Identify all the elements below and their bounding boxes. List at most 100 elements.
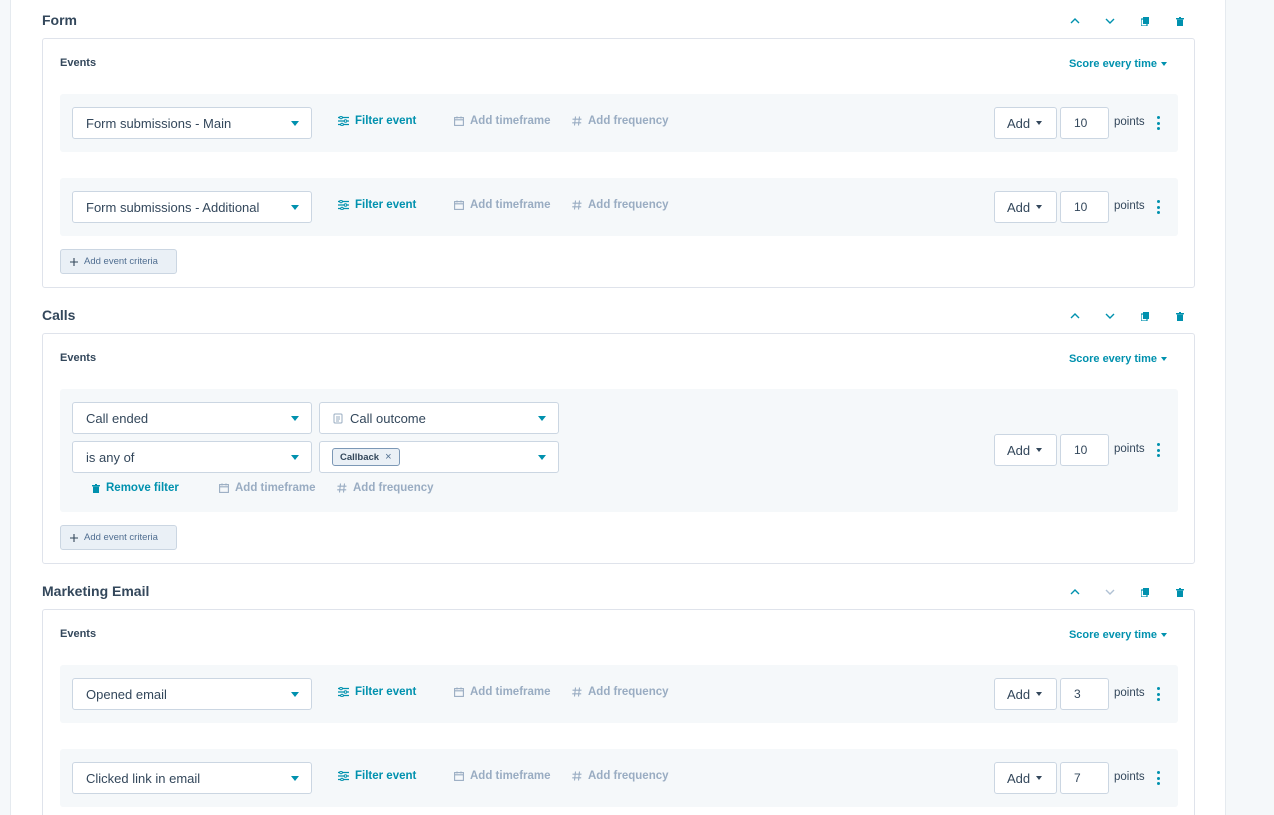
points-input[interactable]: 10 [1060, 191, 1109, 223]
caret-down-icon [291, 776, 299, 781]
add-points-dropdown[interactable]: Add [994, 762, 1057, 794]
move-up-button[interactable] [1057, 12, 1092, 30]
add-frequency-link[interactable]: Add frequency [572, 115, 669, 127]
more-options-icon[interactable] [1154, 687, 1162, 701]
filter-icon [338, 116, 349, 126]
trash-icon [1175, 16, 1184, 26]
event-row: Clicked link in email Filter event Add t… [60, 749, 1178, 807]
value-select[interactable]: Callback × [319, 441, 559, 473]
points-value: 10 [1074, 443, 1088, 457]
filter-icon [338, 200, 349, 210]
caret-down-icon [1036, 692, 1043, 696]
add-timeframe-label: Add timeframe [470, 770, 551, 782]
event-select-value: Opened email [86, 686, 167, 702]
event-select[interactable]: Opened email [72, 678, 312, 710]
caret-down-icon [1161, 357, 1167, 361]
caret-down-icon [1036, 205, 1043, 209]
more-options-icon[interactable] [1154, 443, 1162, 457]
score-every-time-dropdown[interactable]: Score every time [1069, 58, 1167, 70]
points-value: 10 [1074, 200, 1088, 214]
add-points-dropdown[interactable]: Add [994, 678, 1057, 710]
delete-button[interactable] [1162, 307, 1197, 325]
section-title: Calls [42, 307, 76, 323]
add-points-dropdown[interactable]: Add [994, 107, 1057, 139]
property-icon [333, 413, 343, 423]
add-timeframe-label: Add timeframe [470, 199, 551, 211]
delete-button[interactable] [1162, 12, 1197, 30]
value-chip: Callback × [332, 448, 400, 466]
add-event-criteria-button[interactable]: Add event criteria [60, 525, 177, 550]
event-row: Opened email Filter event Add timeframe … [60, 665, 1178, 723]
add-timeframe-link[interactable]: Add timeframe [454, 686, 551, 698]
add-frequency-link[interactable]: Add frequency [572, 199, 669, 211]
event-select[interactable]: Form submissions - Additional [72, 191, 312, 223]
add-frequency-link[interactable]: Add frequency [572, 770, 669, 782]
add-points-dropdown[interactable]: Add [994, 434, 1057, 466]
move-down-button[interactable] [1092, 12, 1127, 30]
section-actions [1057, 583, 1197, 601]
events-card: Events Score every time Opened email Fil… [42, 609, 1195, 815]
move-down-button[interactable] [1092, 307, 1127, 325]
clone-button[interactable] [1127, 307, 1162, 325]
more-options-icon[interactable] [1154, 200, 1162, 214]
points-input[interactable]: 3 [1060, 678, 1109, 710]
calendar-icon [454, 771, 464, 781]
points-label: points [1114, 443, 1145, 455]
clone-button[interactable] [1127, 12, 1162, 30]
more-options-icon[interactable] [1154, 116, 1162, 130]
more-options-icon[interactable] [1154, 771, 1162, 785]
score-every-time-dropdown[interactable]: Score every time [1069, 629, 1167, 641]
add-points-dropdown[interactable]: Add [994, 191, 1057, 223]
section-actions [1057, 12, 1197, 30]
copy-icon [1140, 311, 1149, 321]
move-up-button[interactable] [1057, 583, 1092, 601]
add-frequency-link[interactable]: Add frequency [572, 686, 669, 698]
remove-chip-icon[interactable]: × [385, 451, 391, 463]
calendar-icon [454, 200, 464, 210]
caret-down-icon [1161, 62, 1167, 66]
value-chip-label: Callback [340, 451, 380, 463]
filter-event-link[interactable]: Filter event [338, 686, 416, 698]
section-title: Marketing Email [42, 583, 150, 599]
points-label: points [1114, 116, 1145, 128]
add-timeframe-link[interactable]: Add timeframe [219, 482, 316, 494]
add-timeframe-link[interactable]: Add timeframe [454, 199, 551, 211]
event-select[interactable]: Form submissions - Main [72, 107, 312, 139]
filter-event-link[interactable]: Filter event [338, 199, 416, 211]
filter-event-label: Filter event [355, 770, 417, 782]
section-actions [1057, 307, 1197, 325]
operator-select-value: is any of [86, 449, 135, 465]
points-input[interactable]: 10 [1060, 434, 1109, 466]
events-label: Events [60, 352, 97, 364]
remove-filter-link[interactable]: Remove filter [92, 482, 179, 494]
caret-down-icon [291, 455, 299, 460]
add-frequency-label: Add frequency [588, 686, 669, 698]
score-every-time-dropdown[interactable]: Score every time [1069, 353, 1167, 365]
points-value: 7 [1074, 771, 1081, 785]
chevron-up-icon [1070, 313, 1079, 319]
clone-button[interactable] [1127, 583, 1162, 601]
points-input[interactable]: 7 [1060, 762, 1109, 794]
add-label: Add [1007, 770, 1031, 786]
delete-button[interactable] [1162, 583, 1197, 601]
event-select[interactable]: Clicked link in email [72, 762, 312, 794]
copy-icon [1140, 587, 1149, 597]
event-row: Form submissions - Main Filter event Add… [60, 94, 1178, 152]
hash-icon [572, 200, 582, 210]
plus-icon [70, 533, 78, 542]
add-frequency-label: Add frequency [353, 482, 434, 494]
filter-event-link[interactable]: Filter event [338, 770, 416, 782]
event-select[interactable]: Call ended [72, 402, 312, 434]
filter-event-link[interactable]: Filter event [338, 115, 416, 127]
event-select-value: Call ended [86, 410, 149, 426]
add-timeframe-link[interactable]: Add timeframe [454, 115, 551, 127]
move-down-button[interactable] [1092, 583, 1127, 601]
add-event-criteria-button[interactable]: Add event criteria [60, 249, 177, 274]
operator-select[interactable]: is any of [72, 441, 312, 473]
property-select[interactable]: Call outcome [319, 402, 559, 434]
points-input[interactable]: 10 [1060, 107, 1109, 139]
add-timeframe-link[interactable]: Add timeframe [454, 770, 551, 782]
move-up-button[interactable] [1057, 307, 1092, 325]
filter-icon [338, 771, 349, 781]
add-frequency-link[interactable]: Add frequency [337, 482, 434, 494]
